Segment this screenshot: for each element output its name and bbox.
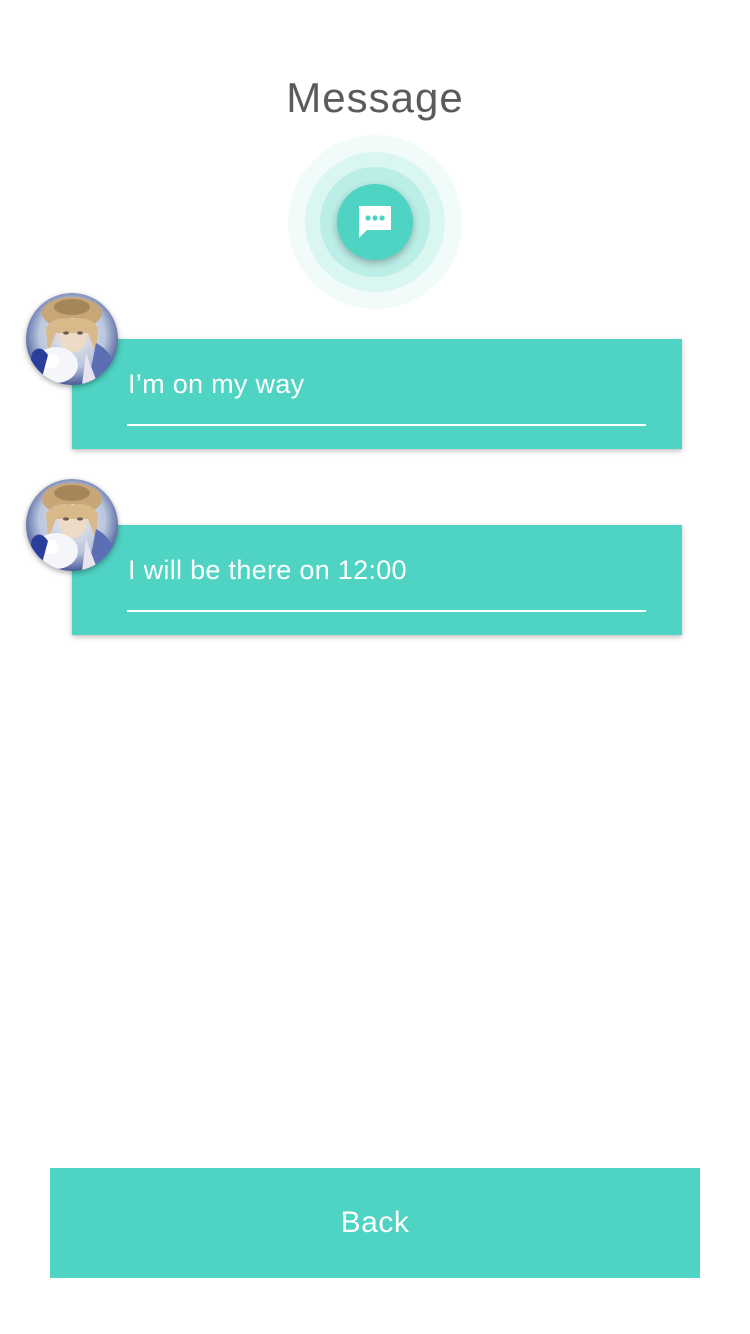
message-text: I will be there on 12:00 [128,555,407,585]
avatar-portrait [26,479,118,571]
message-bubble[interactable]: I’m on my way [72,339,682,449]
message-icon-pulse [288,135,462,309]
chat-bubble-icon [337,184,413,260]
message-item: I’m on my way [0,293,750,453]
chat-bubble-glyph [359,206,391,238]
avatar [26,293,118,385]
message-item: I will be there on 12:00 [0,479,750,639]
message-screen: Message I’m on my way I will be there on… [0,0,750,1334]
message-bubble[interactable]: I will be there on 12:00 [72,525,682,635]
page-title: Message [286,74,464,121]
back-button[interactable]: Back [50,1168,700,1278]
avatar [26,479,118,571]
message-underline [127,424,646,426]
message-underline [127,610,646,612]
message-text: I’m on my way [128,369,305,399]
avatar-portrait [26,293,118,385]
